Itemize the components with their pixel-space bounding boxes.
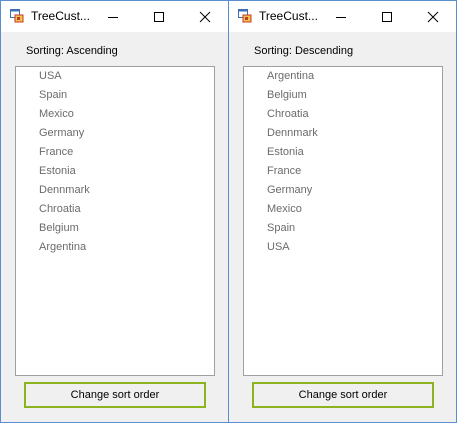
minimize-icon [336,16,346,18]
sorting-label: Sorting: Ascending [26,45,118,57]
close-button[interactable] [182,1,228,32]
app-window-icon [238,9,252,23]
minimize-button[interactable] [318,1,364,32]
maximize-icon [382,11,392,22]
maximize-button[interactable] [136,1,182,32]
tree-node[interactable]: France [39,146,73,158]
close-icon [199,11,211,22]
tree-node[interactable]: Mexico [267,203,302,215]
tree-node[interactable]: Argentina [267,70,314,82]
tree-node[interactable]: Estonia [39,165,76,177]
tree-node[interactable]: Dennmark [39,184,90,196]
client-area: Sorting: Ascending USA Spain Mexico Germ… [1,32,228,422]
tree-view[interactable]: Argentina Belgium Chroatia Dennmark Esto… [243,66,443,376]
window-descending: TreeCust... Sorting: Descending Argentin… [228,0,457,423]
window-ascending: TreeCust... Sorting: Ascending USA Spain… [0,0,229,423]
maximize-icon [154,11,164,22]
app-window-icon [10,9,24,23]
tree-node[interactable]: Dennmark [267,127,318,139]
tree-node[interactable]: Argentina [39,241,86,253]
tree-node[interactable]: Chroatia [267,108,309,120]
tree-node[interactable]: France [267,165,301,177]
tree-node[interactable]: USA [267,241,290,253]
window-title: TreeCust... [259,9,318,23]
tree-view[interactable]: USA Spain Mexico Germany France Estonia … [15,66,215,376]
tree-node[interactable]: Belgium [267,89,307,101]
tree-node[interactable]: USA [39,70,62,82]
tree-node[interactable]: Germany [39,127,84,139]
tree-node[interactable]: Spain [267,222,295,234]
sorting-label: Sorting: Descending [254,45,354,57]
change-sort-order-button[interactable]: Change sort order [252,382,434,408]
window-title: TreeCust... [31,9,90,23]
tree-node[interactable]: Mexico [39,108,74,120]
tree-node[interactable]: Belgium [39,222,79,234]
client-area: Sorting: Descending Argentina Belgium Ch… [229,32,456,422]
tree-node[interactable]: Chroatia [39,203,81,215]
tree-node[interactable]: Germany [267,184,312,196]
close-button[interactable] [410,1,456,32]
maximize-button[interactable] [364,1,410,32]
title-bar[interactable]: TreeCust... [1,1,228,32]
title-bar[interactable]: TreeCust... [229,1,456,32]
minimize-icon [108,16,118,18]
minimize-button[interactable] [90,1,136,32]
close-icon [427,11,439,22]
tree-node[interactable]: Estonia [267,146,304,158]
change-sort-order-button[interactable]: Change sort order [24,382,206,408]
tree-node[interactable]: Spain [39,89,67,101]
